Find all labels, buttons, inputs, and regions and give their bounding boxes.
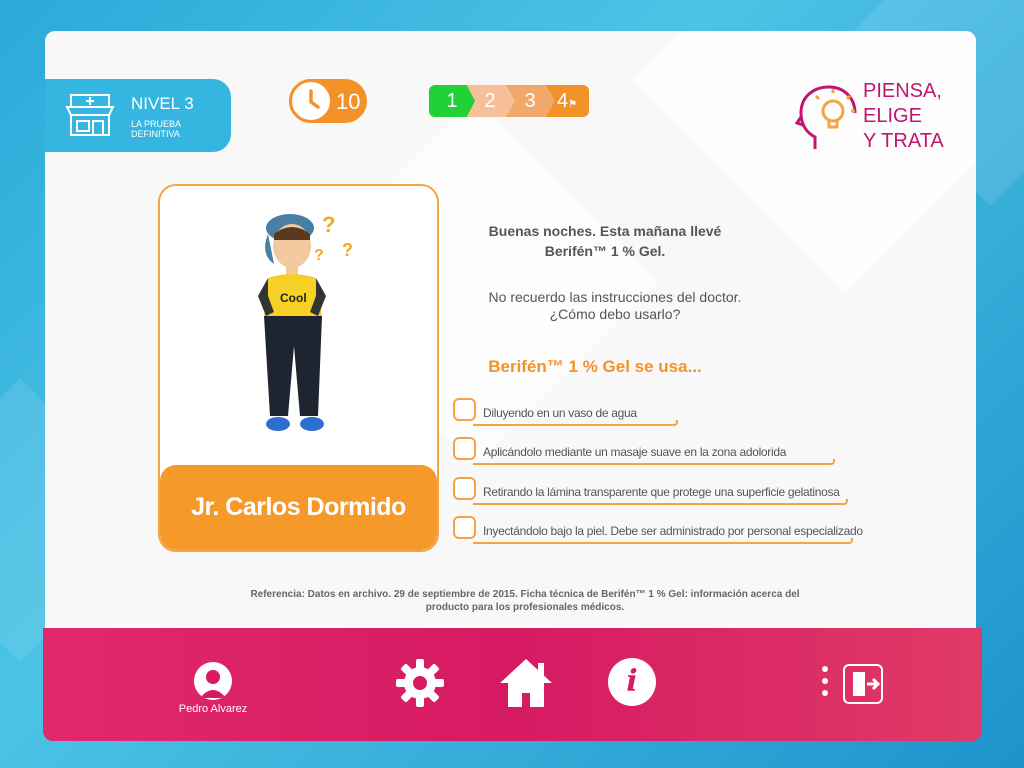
checkbox[interactable] (453, 398, 476, 421)
reference-note: Referencia: Datos en archivo. 29 de sept… (250, 589, 800, 613)
answer-option-4[interactable]: Inyectándolo bajo la piel. Debe ser admi… (453, 516, 863, 546)
character-card: ? ? ? Cool Jr. Carlos Dormido (158, 184, 439, 552)
checkbox[interactable] (453, 516, 476, 539)
dialogue-question: No recuerdo las instrucciones del doctor… (488, 289, 742, 322)
option-label: Retirando la lámina transparente que pro… (483, 485, 840, 499)
head-lightbulb-icon (795, 85, 857, 149)
timer-value: 10 (336, 89, 361, 114)
level-badge: NIVEL 3 LA PRUEBA DEFINITIVA (45, 79, 231, 152)
dialogue-greeting: Buenas noches. Esta mañana llevé Berifén… (488, 223, 722, 259)
level-subtitle: LA PRUEBA DEFINITIVA (131, 119, 181, 139)
main-card: NIVEL 3 LA PRUEBA DEFINITIVA 10 4⚑ 3 2 1… (45, 31, 976, 721)
user-avatar[interactable] (194, 662, 232, 700)
user-name: Pedro Alvarez (178, 703, 248, 715)
character-name: Jr. Carlos Dormido (160, 465, 437, 550)
more-vertical-icon[interactable] (820, 666, 830, 702)
home-icon[interactable] (498, 655, 554, 711)
exit-door-icon[interactable] (843, 664, 883, 704)
option-label: Diluyendo en un vaso de agua (483, 406, 637, 420)
step-1-active: 1 (429, 85, 475, 117)
progress-steps: 4⚑ 3 2 1 (429, 85, 589, 117)
level-title: NIVEL 3 (131, 94, 194, 113)
svg-text:?: ? (322, 212, 335, 237)
clock-icon (289, 79, 333, 123)
brand-logo-text: PIENSA, ELIGE Y TRATA (863, 80, 944, 152)
svg-text:?: ? (342, 240, 353, 260)
answer-option-1[interactable]: Diluyendo en un vaso de agua (453, 398, 678, 428)
bottom-nav-bar: Pedro Alvarez i (43, 628, 982, 741)
pharmacy-store-icon (65, 94, 115, 136)
info-icon[interactable]: i (608, 658, 656, 706)
svg-text:?: ? (314, 247, 324, 264)
answer-option-2[interactable]: Aplicándolo mediante un masaje suave en … (453, 437, 838, 467)
answer-option-3[interactable]: Retirando la lámina transparente que pro… (453, 477, 848, 507)
checkbox[interactable] (453, 477, 476, 500)
answer-prompt: Berifén™ 1 % Gel se usa... (488, 357, 702, 376)
option-label: Inyectándolo bajo la piel. Debe ser admi… (483, 524, 863, 538)
timer: 10 (289, 79, 367, 123)
checkbox[interactable] (453, 437, 476, 460)
character-illustration: ? ? ? Cool (258, 212, 353, 431)
svg-text:Cool: Cool (280, 291, 307, 305)
gear-icon[interactable] (395, 658, 445, 708)
option-label: Aplicándolo mediante un masaje suave en … (483, 445, 787, 459)
